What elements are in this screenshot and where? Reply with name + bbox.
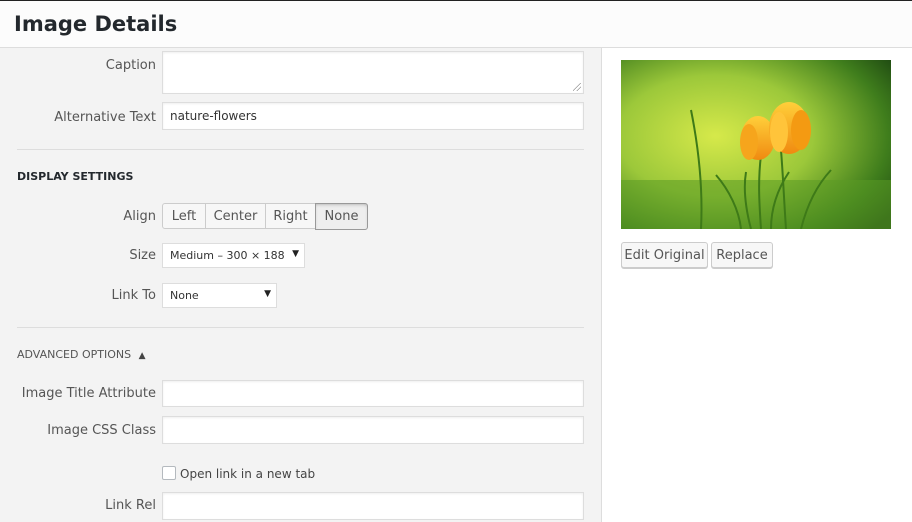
advanced-options-heading: ADVANCED OPTIONS: [17, 348, 132, 361]
triangle-up-icon: ▲: [138, 351, 146, 361]
divider: [17, 327, 584, 328]
title-attribute-input[interactable]: [162, 380, 584, 407]
title-attribute-label: Image Title Attribute: [21, 386, 156, 401]
triangle-down-icon: ▼: [292, 249, 299, 259]
size-select[interactable]: Medium – 300 × 188 ▼: [162, 243, 305, 268]
alt-text-input[interactable]: nature-flowers: [162, 102, 584, 130]
replace-button[interactable]: Replace: [711, 242, 773, 268]
css-class-input[interactable]: [162, 416, 584, 444]
advanced-options-toggle[interactable]: ADVANCED OPTIONS ▲: [17, 348, 146, 361]
preview-panel: Edit Original Replace: [603, 48, 912, 522]
divider: [17, 149, 584, 150]
size-label: Size: [129, 248, 156, 263]
link-rel-label: Link Rel: [105, 498, 156, 513]
align-center-button[interactable]: Center: [205, 203, 266, 229]
new-tab-checkbox[interactable]: [162, 466, 176, 480]
modal-header: Image Details: [0, 0, 912, 48]
size-value: Medium – 300 × 188: [170, 249, 285, 262]
align-label: Align: [123, 209, 156, 224]
align-right-button[interactable]: Right: [265, 203, 316, 229]
css-class-label: Image CSS Class: [47, 423, 156, 438]
new-tab-label[interactable]: Open link in a new tab: [180, 467, 315, 481]
align-none-button[interactable]: None: [315, 203, 368, 230]
caption-textarea[interactable]: [162, 51, 584, 94]
link-to-select[interactable]: None ▼: [162, 283, 277, 308]
modal-title: Image Details: [14, 12, 178, 36]
link-to-label: Link To: [111, 288, 156, 303]
link-to-value: None: [170, 289, 199, 302]
display-settings-heading: DISPLAY SETTINGS: [17, 170, 134, 183]
align-button-group: Left Center Right None: [162, 203, 368, 230]
image-preview: [621, 60, 891, 229]
alt-text-label: Alternative Text: [54, 110, 156, 125]
edit-original-button[interactable]: Edit Original: [621, 242, 708, 268]
caption-label: Caption: [105, 58, 156, 73]
align-left-button[interactable]: Left: [162, 203, 206, 229]
triangle-down-icon: ▼: [264, 289, 271, 299]
resize-handle-icon[interactable]: [573, 83, 581, 91]
settings-panel: Caption Alternative Text nature-flowers …: [0, 48, 602, 522]
flowers-image: [621, 60, 891, 229]
link-rel-input[interactable]: [162, 492, 584, 520]
